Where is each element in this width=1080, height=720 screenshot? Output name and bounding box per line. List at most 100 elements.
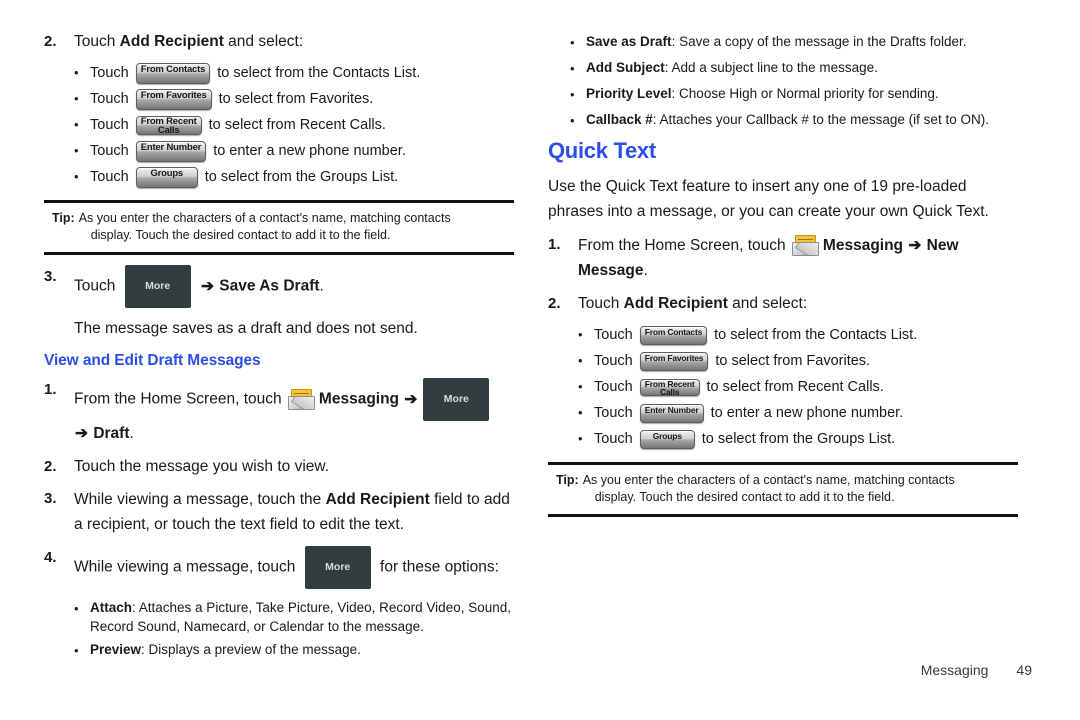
bullet-dot: • (74, 643, 79, 658)
quick-text-intro: Use the Quick Text feature to insert any… (548, 174, 1018, 224)
bullet-text: Touch Groups to select from the Groups L… (90, 166, 514, 188)
message-options-bullet-list: • Save as Draft: Save a copy of the mess… (570, 32, 1018, 132)
bullet-dot: • (74, 143, 79, 158)
bullet-text: Attach: Attaches a Picture, Take Picture… (90, 598, 514, 636)
bullet-pre: Touch (594, 431, 633, 447)
tip-content: Tip: As you enter the characters of a co… (44, 210, 514, 244)
recipient-bullet-list: • Touch From Contacts to select from the… (578, 324, 1018, 450)
step-text: Touch Add Recipient and select: (74, 30, 514, 53)
option-name: Preview (90, 642, 142, 657)
more-button[interactable]: More (423, 378, 490, 421)
list-item: • Touch From Recent Calls to select from … (578, 376, 1018, 398)
step-text-before: Touch (578, 295, 624, 312)
step-period: . (129, 425, 134, 442)
option-name: Attach (90, 600, 133, 615)
from-recent-calls-button[interactable]: From Recent Calls (135, 115, 202, 136)
step-number: 1. (44, 381, 57, 398)
step-text: While viewing a message, touch More for … (74, 546, 514, 589)
bullet-post: to select from Recent Calls. (208, 117, 386, 133)
option-description: : Attaches a Picture, Take Picture, Vide… (90, 600, 511, 634)
bullet-post: to select from the Contacts List. (217, 65, 421, 81)
bullet-post: to select from the Contacts List. (714, 327, 918, 343)
step-number: 3. (44, 268, 57, 285)
bullet-text: Callback #: Attaches your Callback # to … (586, 110, 1018, 129)
from-recent-calls-button[interactable]: From Recent Calls (639, 378, 700, 396)
messaging-envelope-icon (791, 235, 819, 257)
bullet-text: Touch From Favorites to select from Favo… (90, 88, 514, 110)
arrow-icon: ➔ (75, 425, 88, 442)
tip-text: As you enter the characters of a contact… (79, 210, 514, 244)
more-button[interactable]: More (304, 546, 371, 589)
bullet-text: Add Subject: Add a subject line to the m… (586, 58, 1018, 77)
bullet-text: Touch From Contacts to select from the C… (90, 62, 514, 84)
bullet-dot: • (578, 379, 583, 394)
from-favorites-button[interactable]: From Favorites (135, 88, 212, 110)
bullet-dot: • (74, 65, 79, 80)
bullet-pre: Touch (594, 379, 633, 395)
manual-page: 2. Touch Add Recipient and select: • Tou… (0, 0, 1080, 720)
bullet-text: Touch Enter Number to enter a new phone … (594, 402, 1018, 424)
bullet-dot: • (578, 327, 583, 342)
messaging-label: Messaging (318, 390, 404, 408)
bullet-dot: • (74, 169, 79, 184)
more-button[interactable]: More (124, 265, 191, 308)
enter-number-button[interactable]: Enter Number (639, 403, 704, 423)
section-heading-view-edit-draft: View and Edit Draft Messages (44, 352, 261, 369)
bullet-dot: • (570, 35, 575, 50)
list-item: • Touch Enter Number to enter a new phon… (74, 140, 514, 162)
tip-text: As you enter the characters of a contact… (583, 472, 1018, 506)
option-description: : Displays a preview of the message. (141, 642, 361, 657)
tip-line-2: display. Touch the desired contact to ad… (594, 490, 895, 504)
from-favorites-button[interactable]: From Favorites (639, 351, 709, 371)
list-item: • Add Subject: Add a subject line to the… (570, 58, 1018, 80)
bullet-pre: Touch (90, 143, 129, 159)
page-title-quick-text: Quick Text (548, 138, 656, 163)
step-text-before: Touch (74, 277, 120, 295)
from-contacts-button[interactable]: From Contacts (135, 62, 211, 84)
bullet-text: Preview: Displays a preview of the messa… (90, 640, 514, 659)
list-item: • Touch Groups to select from the Groups… (578, 428, 1018, 450)
step-text-before: From the Home Screen, touch (578, 237, 790, 254)
step-text-after: and select: (727, 295, 808, 312)
step-open-new-message: 1. From the Home Screen, touch Messaging… (548, 233, 1018, 283)
recipient-bullet-list: • Touch From Contacts to select from the… (74, 62, 514, 188)
step-number: 2. (44, 33, 57, 50)
bullet-post: to select from Favorites. (218, 91, 374, 107)
bullet-dot: • (570, 61, 575, 76)
list-item: • Callback #: Attaches your Callback # t… (570, 110, 1018, 132)
groups-button[interactable]: Groups (135, 166, 198, 188)
right-column: • Save as Draft: Save a copy of the mess… (548, 30, 1018, 527)
bullet-pre: Touch (594, 405, 633, 421)
from-contacts-button[interactable]: From Contacts (639, 325, 708, 345)
step-add-recipient: 2. Touch Add Recipient and select: (548, 292, 1018, 315)
bullet-pre: Touch (90, 169, 129, 185)
bullet-post: to enter a new phone number. (710, 405, 904, 421)
bullet-pre: Touch (594, 327, 633, 343)
messaging-envelope-icon (287, 389, 315, 410)
step-text-before: From the Home Screen, touch (74, 390, 286, 408)
step-period: . (643, 262, 648, 279)
bullet-dot: • (578, 431, 583, 446)
list-item: • Touch From Recent Calls to select from … (74, 114, 514, 136)
bullet-post: to enter a new phone number. (213, 143, 406, 159)
step-text-bold: Add Recipient (623, 295, 728, 312)
option-name: Callback # (586, 112, 653, 127)
bullet-dot: • (74, 117, 79, 132)
step-text-after: . (319, 277, 324, 295)
enter-number-button[interactable]: Enter Number (135, 140, 207, 162)
step-number: 4. (44, 549, 57, 566)
option-name: Priority Level (586, 86, 672, 101)
list-item: • Touch From Contacts to select from the… (578, 324, 1018, 346)
step-text-after: for these options: (375, 558, 499, 576)
footer-section-label: Messaging (920, 662, 989, 678)
arrow-icon: ➔ (908, 237, 922, 254)
step-text: From the Home Screen, touch Messaging ➔ M… (74, 378, 514, 446)
bullet-post: to select from the Groups List. (204, 169, 399, 185)
list-item: • Preview: Displays a preview of the mes… (74, 640, 514, 662)
option-name: Add Subject (586, 60, 665, 75)
groups-button[interactable]: Groups (639, 429, 695, 449)
bullet-dot: • (570, 87, 575, 102)
option-description: : Save a copy of the message in the Draf… (671, 34, 967, 49)
step-text-bold: Add Recipient (325, 491, 430, 508)
list-item: • Touch Groups to select from the Groups… (74, 166, 514, 188)
